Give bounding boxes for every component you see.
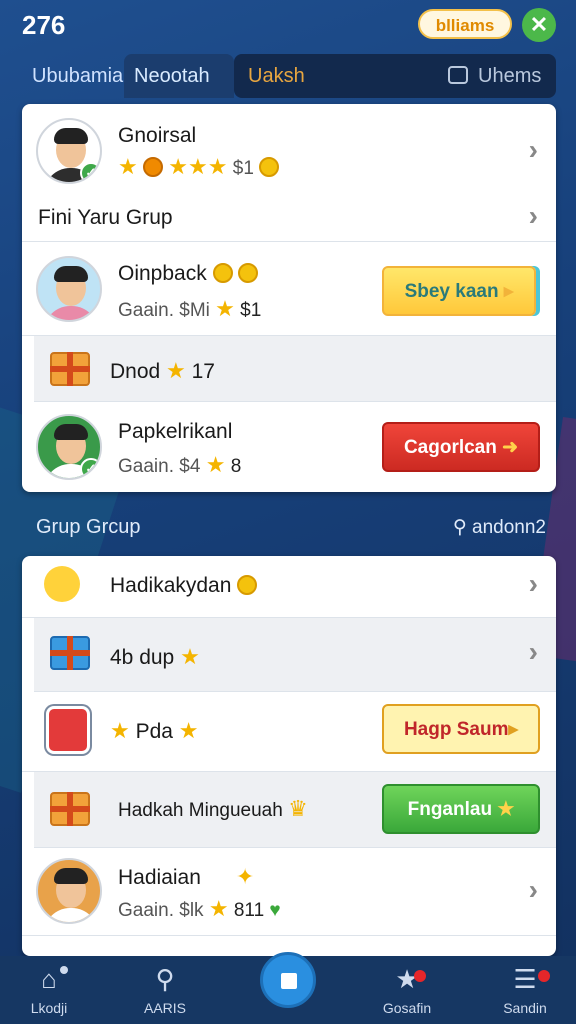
home-icon: ⌂ — [41, 964, 57, 994]
row-value: $1 — [240, 300, 262, 321]
tab-4-label: Uhems — [478, 65, 542, 87]
list-item[interactable]: ✓ Papkelrikanl Gaain. $4 ★ 8 Cagorlcan ➜ — [22, 402, 556, 492]
nav-favorites[interactable]: ★ Gosafin — [362, 964, 452, 1016]
row-sub: Gaain. $lk ★ 811 ♥ — [118, 896, 281, 921]
settings-icon[interactable]: ✕ — [522, 8, 556, 42]
tab-1[interactable]: Ububamia — [22, 54, 133, 98]
action-button[interactable]: Hagp Saum▸ — [382, 704, 540, 754]
nav-search-label: AARIS — [143, 1000, 186, 1016]
list-item[interactable]: Hadikakydan › — [22, 556, 556, 618]
gift-bag-icon — [50, 636, 90, 670]
menu-icon: ☰ — [513, 964, 537, 994]
nav-menu-label: Sandin — [503, 1000, 547, 1016]
action-button-label: Cagorlcan — [403, 437, 497, 458]
action-button[interactable]: Sbey kaan ▸ — [382, 266, 536, 316]
row-title-text: Dnod — [110, 360, 161, 383]
nav-home-label: Lkodji — [30, 1000, 68, 1016]
action-button-label: Sbey kaan — [404, 281, 499, 302]
row-title-text: Hadkah Mingueuah — [118, 800, 283, 821]
user-icon: ⚲ — [452, 517, 467, 538]
friends-panel: ✓ Gnoirsal ★ ★★★ $1 › Fini Yaru Grup › O… — [22, 104, 556, 492]
row-rewards: ★ ★★★ $1 — [118, 154, 280, 180]
avatar — [36, 256, 102, 322]
chevron-right-icon[interactable]: › — [529, 874, 538, 906]
section-right[interactable]: ⚲ andonn2 — [453, 516, 546, 539]
list-item[interactable]: ★ Pda ★ Hagp Saum▸ — [22, 692, 556, 772]
section-title: Grup Grcup — [36, 516, 141, 538]
chevron-right-icon[interactable]: › — [529, 636, 538, 668]
row-title: Hadkah Mingueuah ♛ — [118, 796, 308, 821]
list-item[interactable]: 4b dup ★ › — [34, 618, 556, 692]
verified-icon: ✓ — [80, 458, 100, 478]
treasure-box-icon — [50, 792, 90, 826]
section-header: Grup Grcup ⚲ andonn2 — [22, 506, 556, 550]
avatar: ✓ — [36, 118, 102, 184]
group-panel: Hadikakydan › 4b dup ★ › ★ Pda ★ Hagp Sa… — [22, 556, 556, 956]
list-item[interactable]: Oinpback Gaain. $Mi ★ $1 Sbey kaan ▸ — [22, 242, 556, 336]
row-title: ★ Pda ★ — [110, 718, 199, 743]
row-value: 8 — [230, 456, 242, 477]
row-title: Dnod ★ 17 — [110, 358, 215, 383]
chevron-right-icon[interactable]: › — [529, 200, 538, 232]
bottom-nav: ⌂ Lkodji ⚲ AARIS ★ Gosafin ☰ Sandin — [0, 952, 576, 1024]
tab-2[interactable]: Neootah — [124, 54, 234, 98]
list-item[interactable]: Fini Yaru Grup › — [22, 198, 556, 242]
row-value: 811 — [233, 900, 265, 921]
nav-menu[interactable]: ☰ Sandin — [480, 964, 570, 1016]
section-right-label: andonn2 — [472, 517, 546, 538]
action-button-label: Hagp Saum — [403, 719, 509, 740]
search-icon: ⚲ — [155, 964, 175, 994]
nav-favorites-label: Gosafin — [382, 1000, 432, 1016]
row-title: Hadikakydan — [110, 574, 258, 598]
row-sub: Gaain. $Mi ★ $1 — [118, 296, 262, 321]
nav-search[interactable]: ⚲ AARIS — [120, 964, 210, 1016]
row-title-text: 4b dup — [110, 646, 175, 669]
tab-4[interactable]: Uhems — [438, 54, 551, 98]
row-title-text: Hadikakydan — [110, 574, 232, 597]
chevron-right-icon[interactable]: › — [529, 568, 538, 600]
row-title-text: Pda — [135, 720, 173, 743]
row-sub: Gaain. $4 ★ 8 — [118, 452, 242, 477]
notification-dot — [538, 970, 550, 982]
gift-icon — [50, 352, 90, 386]
rocket-icon — [46, 706, 90, 754]
row-amount: $1 — [232, 158, 254, 179]
action-button-label: Fnganlau — [407, 799, 493, 820]
chick-icon — [44, 566, 80, 602]
avatar — [36, 858, 102, 924]
tab-bar: Ububamia Neootah Uaksh Uhems — [10, 54, 556, 98]
row-title: 4b dup ★ — [110, 644, 200, 669]
notification-dot — [60, 966, 68, 974]
list-item[interactable]: Hadiaian ✦ Gaain. $lk ★ 811 ♥ › — [22, 848, 556, 936]
row-title-text: Oinpback — [118, 262, 207, 285]
row-title-text: Hadiaian — [118, 866, 201, 889]
list-item[interactable]: Dnod ★ 17 — [34, 336, 556, 402]
list-item[interactable]: Hadkah Mingueuah ♛ Fnganlau ★ — [34, 772, 556, 848]
user-pill[interactable]: blliams — [418, 9, 512, 39]
row-title: Oinpback — [118, 262, 259, 286]
row-sub-text: Gaain. $4 — [118, 456, 201, 477]
action-button[interactable]: Fnganlau ★ — [382, 784, 540, 834]
tab-3[interactable]: Uaksh — [238, 54, 315, 98]
chevron-right-icon[interactable]: › — [529, 134, 538, 166]
status-bar: 276 blliams ✕ — [0, 0, 576, 50]
row-sub-text: Gaain. $Mi — [118, 300, 210, 321]
star-icon: ★ — [395, 964, 419, 994]
row-title: Gnoirsal — [118, 124, 197, 147]
status-time: 276 — [22, 10, 66, 40]
nav-home[interactable]: ⌂ Lkodji — [4, 964, 94, 1016]
list-item[interactable]: ✓ Gnoirsal ★ ★★★ $1 › — [22, 104, 556, 198]
row-sub-text: Gaain. $lk — [118, 900, 204, 921]
verified-icon: ✓ — [80, 162, 100, 182]
row-value: 17 — [191, 360, 215, 383]
avatar: ✓ — [36, 414, 102, 480]
center-action-button[interactable] — [260, 952, 316, 1008]
chat-icon — [448, 66, 468, 84]
action-button[interactable]: Cagorlcan ➜ — [382, 422, 540, 472]
notification-dot — [414, 970, 426, 982]
row-title: Papkelrikanl — [118, 420, 233, 443]
row-title: Hadiaian ✦ — [118, 864, 255, 889]
row-title: Fini Yaru Grup — [38, 206, 173, 229]
